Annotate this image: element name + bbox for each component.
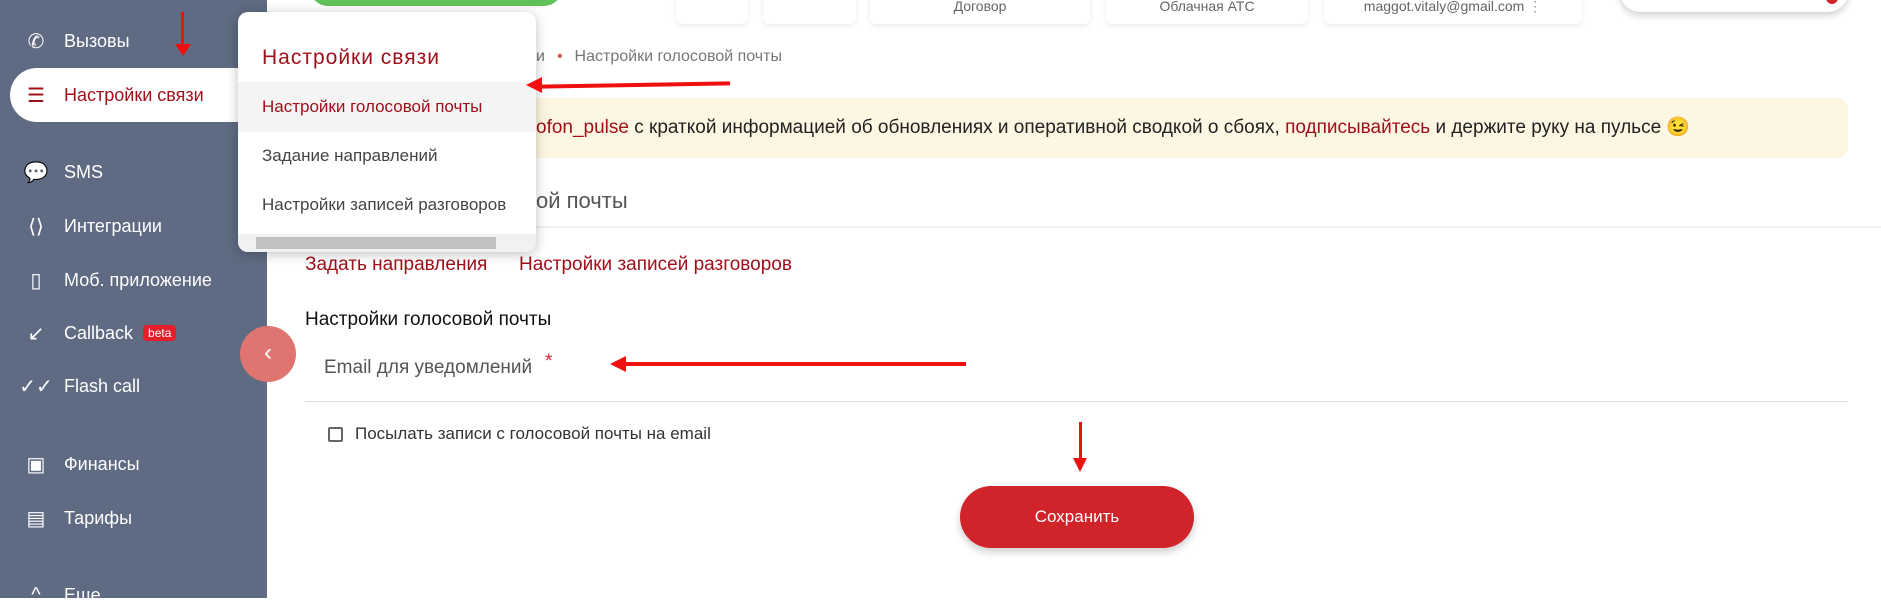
email-field[interactable]: Email для уведомлений * [305, 346, 1848, 402]
checkbox-label[interactable]: Посылать записи с голосовой почты на ema… [355, 424, 711, 444]
popup-item-routing[interactable]: Задание направлений [238, 131, 536, 181]
page-heading: ой почты [536, 188, 628, 213]
arrow-head [526, 77, 542, 93]
scrollbar-thumb[interactable] [256, 237, 496, 249]
notification-dot [1826, 0, 1838, 4]
sidebar-item-mobile-app[interactable]: ▯ Моб. приложение [22, 265, 211, 295]
breadcrumb-separator: • [556, 48, 563, 65]
section-title: Настройки голосовой почты [305, 309, 552, 330]
call-recording-link[interactable]: Настройки записей разговоров [519, 254, 792, 276]
arrow-head [1073, 458, 1087, 472]
wallet-icon: ▣ [26, 453, 46, 476]
arrow-head [610, 356, 626, 372]
sidebar: ✆ Вызовы ☰ Настройки связи 💬 SMS ⟨⟩ Интеграц… [0, 0, 267, 606]
user-menu[interactable] [1620, 0, 1848, 12]
wink-emoji-icon: 😉 [1666, 117, 1691, 138]
collapse-sidebar-button[interactable]: ‹ [240, 326, 296, 382]
sidebar-item-finance[interactable]: ▣ Финансы [22, 449, 140, 479]
popup-item-voicemail[interactable]: Настройки голосовой почты [238, 82, 536, 132]
annotation-arrow-down [1079, 422, 1082, 462]
chevron-up-icon: ^ [31, 583, 41, 606]
arrow-head [175, 44, 191, 56]
popup-title: Настройки связи [262, 46, 440, 69]
connection-settings-popup: Настройки связи Настройки голосовой почт… [238, 12, 536, 252]
contract-card[interactable]: Договор [870, 0, 1090, 24]
sidebar-item-callback[interactable]: ↙ Callback beta [22, 318, 177, 348]
required-mark: * [545, 351, 553, 372]
sidebar-item-calls[interactable]: ✆ Вызовы [22, 26, 130, 56]
sidebar-item-more[interactable]: ^ Еще [22, 580, 100, 610]
tariff-icon: ▤ [26, 507, 46, 530]
sidebar-item-flash-call[interactable]: ✓✓ Flash call [19, 371, 140, 401]
sliders-icon: ☰ [27, 84, 45, 107]
save-button[interactable]: Сохранить [960, 486, 1194, 548]
code-icon: ⟨⟩ [28, 215, 44, 238]
green-header-button[interactable] [310, 0, 562, 6]
sidebar-item-tariffs[interactable]: ▤ Тарифы [22, 503, 132, 533]
annotation-arrow-down [181, 12, 184, 48]
beta-badge: beta [143, 325, 177, 341]
account-card[interactable]: maggot.vitaly@gmail.com ⋮ [1324, 0, 1582, 24]
callback-icon: ↙ [27, 322, 45, 345]
telegram-link[interactable]: ofon_pulse [536, 117, 629, 138]
chevron-left-icon: ‹ [264, 339, 272, 366]
popup-item-recordings[interactable]: Настройки записей разговоров [238, 180, 536, 230]
routing-link[interactable]: Задать направления [305, 254, 487, 276]
double-check-icon: ✓✓ [19, 375, 53, 398]
sidebar-item-sms[interactable]: 💬 SMS [22, 157, 103, 187]
breadcrumb: и • Настройки голосовой почты [536, 48, 782, 65]
pbx-card[interactable]: Облачная АТС [1106, 0, 1308, 24]
email-label: Email для уведомлений [324, 357, 533, 378]
annotation-arrow-left [625, 362, 966, 366]
send-to-email-checkbox[interactable] [328, 427, 343, 442]
more-icon[interactable]: ⋮ [1528, 0, 1542, 14]
sidebar-item-connection-settings[interactable]: ☰ Настройки связи [10, 68, 267, 122]
chat-icon: 💬 [23, 161, 49, 184]
header-card[interactable] [676, 0, 748, 24]
subscribe-link[interactable]: подписывайтесь [1285, 117, 1430, 138]
sidebar-item-integrations[interactable]: ⟨⟩ Интеграции [22, 211, 162, 241]
header-card[interactable] [763, 0, 856, 24]
annotation-arrow-left [539, 81, 731, 89]
popup-scrollbar[interactable] [238, 234, 536, 252]
phone-icon: ✆ [27, 30, 45, 53]
mobile-icon: ▯ [30, 269, 42, 292]
